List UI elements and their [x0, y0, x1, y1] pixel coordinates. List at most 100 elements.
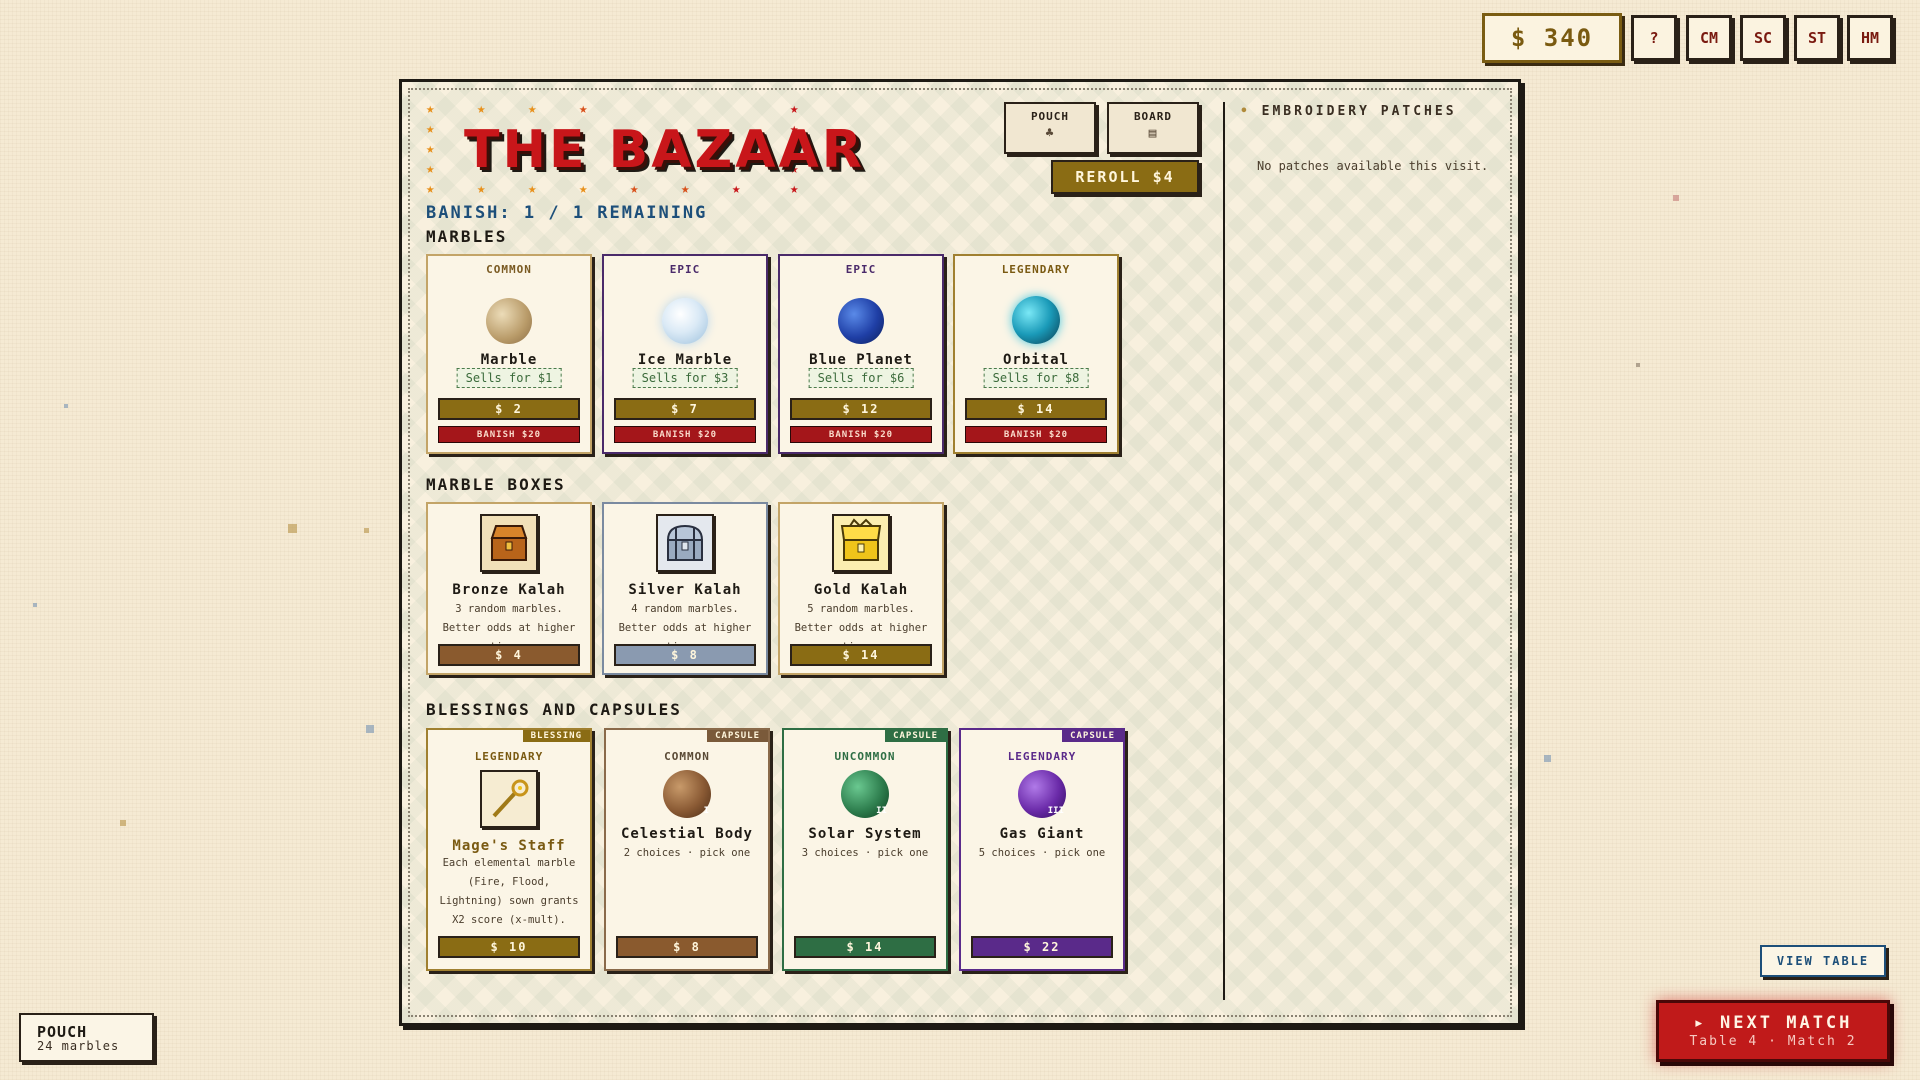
buy-button[interactable]: $ 8 [614, 644, 756, 666]
rarity-label: EPIC [845, 263, 877, 276]
marble-card-blue-planet[interactable]: EPIC Blue Planet Sells for $6 $ 12 BANIS… [778, 254, 944, 454]
tier-numeral: II [876, 806, 887, 816]
star-decoration: ★ [579, 101, 588, 117]
rarity-label: UNCOMMON [834, 750, 896, 763]
blue-planet-icon [838, 298, 884, 344]
box-card-gold[interactable]: Gold Kalah 5 random marbles. Better odds… [778, 502, 944, 675]
pouch-count: 24 marbles [37, 1039, 120, 1053]
buy-button[interactable]: $ 14 [794, 936, 936, 958]
blessings-section-title: BLESSINGS AND CAPSULES [426, 700, 682, 719]
confetti-dot [366, 725, 374, 733]
pouch-view-button[interactable]: POUCH ♣ [1004, 102, 1096, 154]
patches-empty-message: No patches available this visit. [1257, 159, 1489, 173]
pouch-view-label: POUCH [1030, 110, 1070, 123]
buy-button[interactable]: $ 22 [971, 936, 1113, 958]
buy-button[interactable]: $ 14 [790, 644, 932, 666]
buy-button[interactable]: $ 12 [790, 398, 932, 420]
buy-button[interactable]: $ 2 [438, 398, 580, 420]
money-display: $ 340 [1482, 13, 1622, 63]
marble-card-orbital[interactable]: LEGENDARY Orbital Sells for $8 $ 14 BANI… [953, 254, 1119, 454]
star-decoration: ★ [426, 141, 435, 157]
confetti-dot [33, 603, 37, 607]
buy-button[interactable]: $ 4 [438, 644, 580, 666]
sell-value: Sells for $8 [983, 368, 1089, 388]
star-decoration: ★ [790, 181, 799, 197]
view-table-button[interactable]: VIEW TABLE [1760, 945, 1886, 977]
capsule-card-gas-giant[interactable]: CAPSULE LEGENDARY III Gas Giant 5 choice… [959, 728, 1125, 971]
banish-button[interactable]: BANISH $20 [965, 426, 1107, 443]
blessing-tag: BLESSING [522, 730, 590, 742]
bag-icon: ♣ [1045, 126, 1055, 141]
star-decoration: ★ [426, 161, 435, 177]
box-card-bronze[interactable]: Bronze Kalah 3 random marbles. Better od… [426, 502, 592, 675]
patches-title-text: EMBROIDERY PATCHES [1261, 104, 1457, 119]
star-decoration: ★ [630, 181, 639, 197]
sell-value: Sells for $3 [632, 368, 738, 388]
rarity-label: LEGENDARY [1001, 263, 1071, 276]
orbital-icon [1012, 296, 1060, 344]
confetti-dot [120, 820, 126, 826]
confetti-dot [1544, 755, 1551, 762]
confetti-dot [364, 528, 369, 533]
banish-button[interactable]: BANISH $20 [790, 426, 932, 443]
next-match-button[interactable]: ▸ NEXT MATCH Table 4 · Match 2 [1656, 1000, 1890, 1062]
gold-chest-icon [832, 514, 890, 572]
tier-numeral: I [703, 806, 709, 816]
buy-button[interactable]: $ 8 [616, 936, 758, 958]
sc-button[interactable]: SC [1740, 15, 1786, 61]
capsule-card-solar-system[interactable]: CAPSULE UNCOMMON II Solar System 3 choic… [782, 728, 948, 971]
board-view-button[interactable]: BOARD ▤ [1107, 102, 1199, 154]
capsule-tag: CAPSULE [1062, 730, 1123, 742]
star-decoration: ★ [681, 181, 690, 197]
star-decoration: ★ [426, 121, 435, 137]
marble-card-ice-marble[interactable]: EPIC Ice Marble Sells for $3 $ 7 BANISH … [602, 254, 768, 454]
cm-button[interactable]: CM [1686, 15, 1732, 61]
rarity-label: LEGENDARY [474, 750, 544, 763]
capsule-tag: CAPSULE [707, 730, 768, 742]
card-name: Solar System [808, 826, 922, 842]
box-card-silver[interactable]: Silver Kalah 4 random marbles. Better od… [602, 502, 768, 675]
reroll-button[interactable]: REROLL $4 [1051, 160, 1199, 194]
ice-marble-icon [662, 298, 708, 344]
help-button[interactable]: ? [1631, 15, 1677, 61]
confetti-dot [64, 404, 68, 408]
board-icon: ▤ [1148, 126, 1158, 141]
capsule-card-celestial-body[interactable]: CAPSULE COMMON I Celestial Body 2 choice… [604, 728, 770, 971]
buy-button[interactable]: $ 10 [438, 936, 580, 958]
st-button[interactable]: ST [1794, 15, 1840, 61]
confetti-dot [1673, 195, 1679, 201]
rarity-label: LEGENDARY [1007, 750, 1077, 763]
card-name: Gold Kalah [813, 582, 909, 598]
bronze-chest-icon [480, 514, 538, 572]
star-decoration: ★ [528, 101, 537, 117]
gas-giant-icon: III [1018, 770, 1066, 818]
star-decoration: ★ [426, 101, 435, 117]
card-name: Marble [480, 352, 538, 368]
card-name: Celestial Body [620, 826, 753, 842]
next-match-subtitle: Table 4 · Match 2 [1689, 1034, 1857, 1049]
marble-card-marble[interactable]: COMMON Marble Sells for $1 $ 2 BANISH $2… [426, 254, 592, 454]
star-decoration: ★ [426, 181, 435, 197]
banish-counter: BANISH: 1 / 1 REMAINING [426, 203, 708, 223]
tier-numeral: III [1047, 806, 1064, 816]
card-name: Mage's Staff [452, 838, 566, 854]
card-description: Each elemental marble (Fire, Flood, Ligh… [439, 857, 579, 926]
pouch-button[interactable]: POUCH 24 marbles [19, 1013, 154, 1062]
card-description: 2 choices · pick one [623, 847, 751, 859]
star-decoration: ★ [790, 101, 799, 117]
banish-button[interactable]: BANISH $20 [614, 426, 756, 443]
buy-button[interactable]: $ 14 [965, 398, 1107, 420]
staff-icon [480, 770, 538, 828]
buy-button[interactable]: $ 7 [614, 398, 756, 420]
panel-divider [1223, 102, 1225, 1000]
sell-value: Sells for $6 [808, 368, 914, 388]
celestial-body-icon: I [663, 770, 711, 818]
card-name: Gas Giant [999, 826, 1085, 842]
hm-button[interactable]: HM [1847, 15, 1893, 61]
rarity-label: COMMON [486, 263, 532, 276]
blessing-card-mages-staff[interactable]: BLESSING LEGENDARY Mage's Staff Each ele… [426, 728, 592, 971]
banish-button[interactable]: BANISH $20 [438, 426, 580, 443]
page-title: THE BAZAAR [464, 120, 865, 180]
star-decoration: ★ [528, 181, 537, 197]
card-name: Blue Planet [809, 352, 913, 368]
